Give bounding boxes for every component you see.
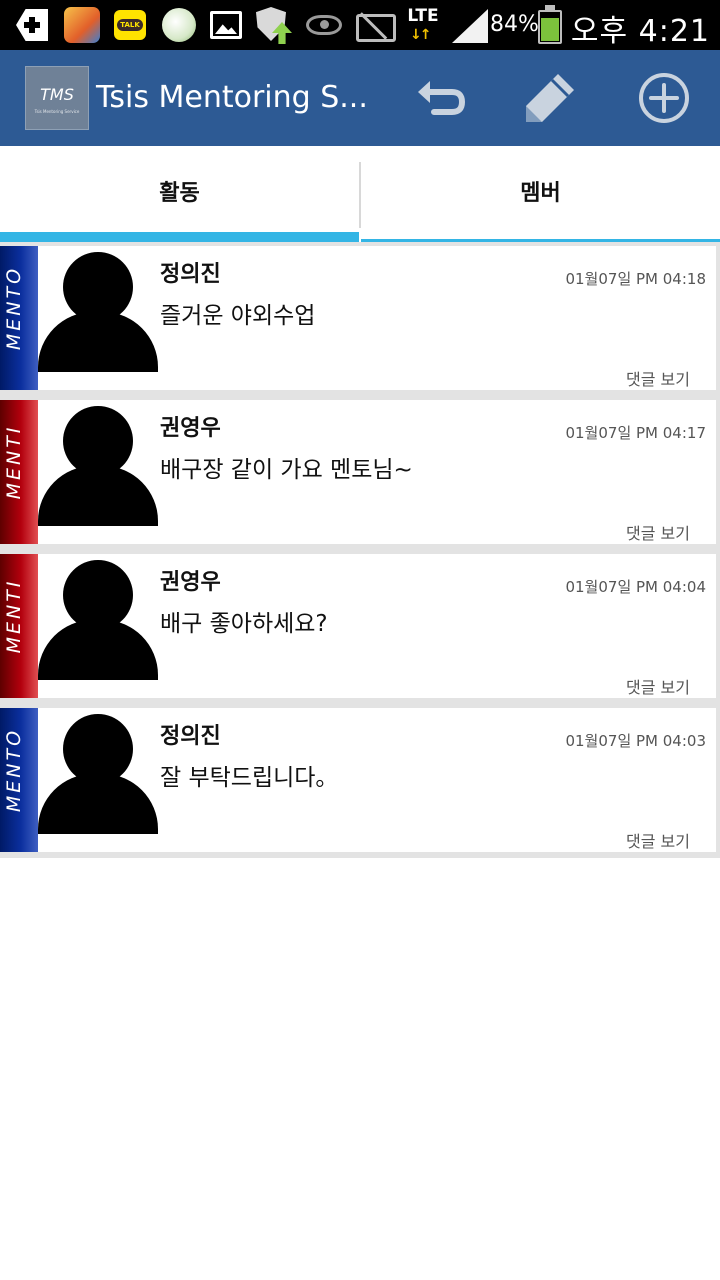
post-item[interactable]: MENTO 정의진 01월07일 PM 04:18 즐거운 야외수업 댓글 보기 [0,242,720,396]
image-icon [210,11,242,39]
post-timestamp: 01월07일 PM 04:03 [565,732,706,750]
add-button[interactable] [636,70,692,126]
battery-icon [538,5,562,44]
post-item[interactable]: MENTO 정의진 01월07일 PM 04:03 잘 부탁드립니다。 댓글 보… [0,704,720,858]
post-timestamp: 01월07일 PM 04:17 [565,424,706,442]
role-label: MENTO [3,727,25,813]
post-card: MENTO 정의진 01월07일 PM 04:18 즐거운 야외수업 댓글 보기 [0,246,716,390]
status-time: 오후 4:21 [570,14,710,49]
status-bar: TALK LTE ↓↑ 84% 오후 4:21 [0,0,720,50]
avatar[interactable] [38,406,158,526]
post-author: 정의진 [160,724,221,749]
avatar[interactable] [38,714,158,834]
logo-subtext: Tsis Mentoring Service [34,109,80,114]
game-app-icon [64,7,100,43]
action-bar: TMS Tsis Mentoring Service Tsis Mentorin… [0,50,720,146]
activity-feed: MENTO 정의진 01월07일 PM 04:18 즐거운 야외수업 댓글 보기… [0,242,720,858]
add-notification-icon [16,9,48,41]
logo-text: TMS [40,85,74,104]
avatar[interactable] [38,560,158,680]
pencil-icon [526,74,574,122]
view-comments-link[interactable]: 댓글 보기 [626,366,690,390]
tab-member[interactable]: 멤버 [361,146,720,242]
post-text: 배구장 같이 가요 멘토님~ [160,457,413,483]
undo-icon [418,81,466,115]
edit-button[interactable] [522,70,578,126]
view-comments-link[interactable]: 댓글 보기 [626,520,690,544]
post-card: MENTI 권영우 01월07일 PM 04:17 배구장 같이 가요 멘토님~… [0,400,716,544]
post-timestamp: 01월07일 PM 04:18 [565,270,706,288]
role-label: MENTI [3,578,25,654]
avatar[interactable] [38,252,158,372]
post-text: 즐거운 야외수업 [160,303,316,329]
post-timestamp: 01월07일 PM 04:04 [565,578,706,596]
post-item[interactable]: MENTI 권영우 01월07일 PM 04:04 배구 좋아하세요? 댓글 보… [0,550,720,704]
role-label: MENTI [3,424,25,500]
eye-icon [306,15,342,35]
post-card: MENTI 권영우 01월07일 PM 04:04 배구 좋아하세요? 댓글 보… [0,554,716,698]
post-text: 배구 좋아하세요? [160,611,328,637]
add-circle-icon [639,73,689,123]
role-badge: MENTO [0,708,38,852]
role-label: MENTO [3,265,25,351]
lte-activity-arrows: ↓↑ [410,27,432,43]
tab-selected-indicator [0,232,359,242]
post-author: 권영우 [160,416,221,441]
view-comments-link[interactable]: 댓글 보기 [626,828,690,852]
vibrate-mode-icon [354,10,396,42]
tab-activity[interactable]: 활동 [0,146,359,242]
battery-percent: 84% [490,12,539,37]
app-title: Tsis Mentoring S... [96,80,368,115]
tab-bar: 활동 멤버 [0,146,720,242]
kakaotalk-badge-text: TALK [117,19,143,31]
post-author: 권영우 [160,570,221,595]
app-logo[interactable]: TMS Tsis Mentoring Service [25,66,89,130]
post-item[interactable]: MENTI 권영우 01월07일 PM 04:17 배구장 같이 가요 멘토님~… [0,396,720,550]
kakaotalk-icon: TALK [114,10,146,40]
post-author: 정의진 [160,262,221,287]
signal-icon [452,9,488,43]
role-badge: MENTI [0,554,38,698]
post-card: MENTO 정의진 01월07일 PM 04:03 잘 부탁드립니다。 댓글 보… [0,708,716,852]
post-text: 잘 부탁드립니다。 [160,765,339,791]
role-badge: MENTI [0,400,38,544]
undo-button[interactable] [412,70,468,126]
view-comments-link[interactable]: 댓글 보기 [626,674,690,698]
frog-app-icon [162,8,196,42]
role-badge: MENTO [0,246,38,390]
